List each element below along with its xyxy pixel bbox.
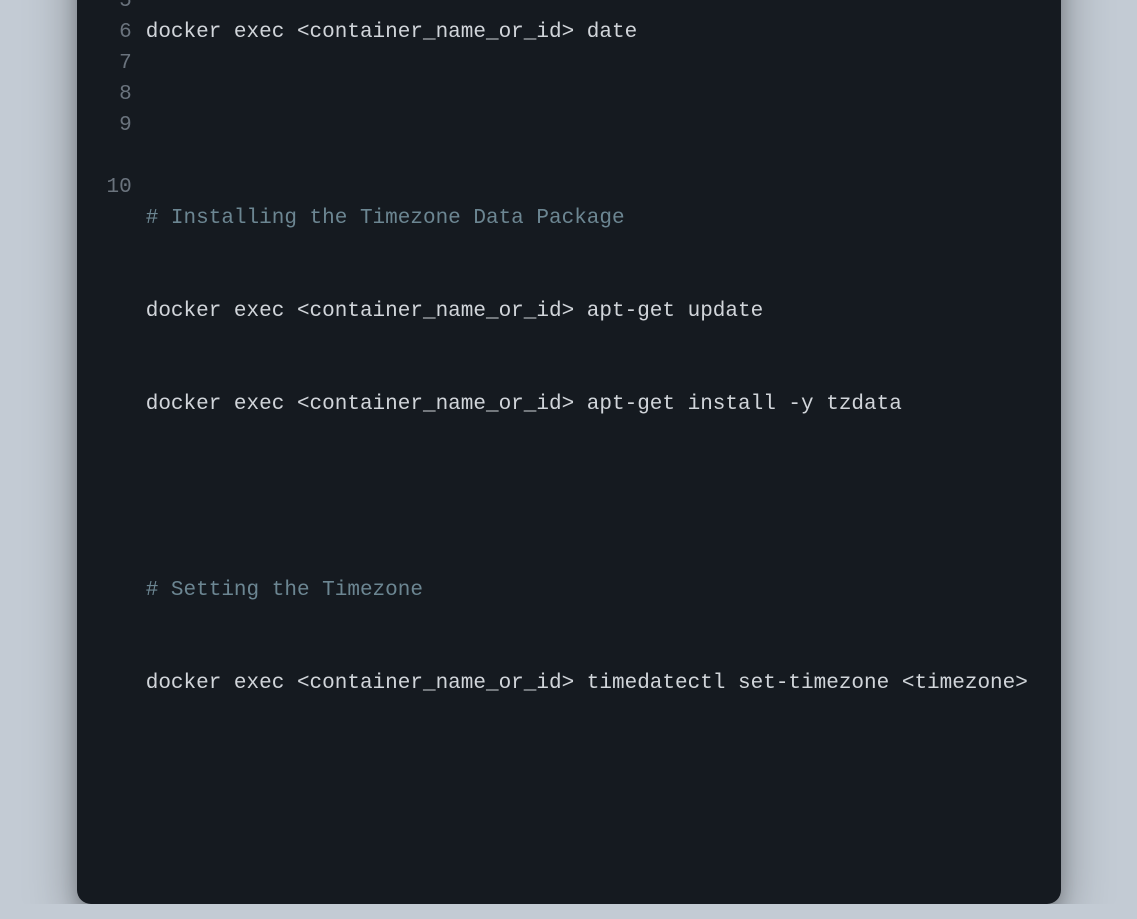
line-number-wrap-pad bbox=[107, 141, 132, 172]
code-content[interactable]: # Identifying the Current Timezone docke… bbox=[146, 0, 1031, 854]
line-number-gutter: 1 2 3 4 5 6 7 8 9 10 bbox=[107, 0, 146, 854]
code-area: 1 2 3 4 5 6 7 8 9 10 # Identifying the C… bbox=[107, 0, 1031, 854]
code-line bbox=[146, 482, 1031, 513]
terminal-window: DevOps 1 2 3 4 5 6 7 8 9 10 # Identifyin… bbox=[77, 0, 1061, 904]
line-number: 10 bbox=[107, 172, 132, 203]
code-line: docker exec <container_name_or_id> apt-g… bbox=[146, 389, 1031, 420]
code-line: docker exec <container_name_or_id> apt-g… bbox=[146, 296, 1031, 327]
code-comment: # Installing the Timezone Data Package bbox=[146, 207, 625, 230]
line-number: 7 bbox=[107, 48, 132, 79]
line-number: 6 bbox=[107, 17, 132, 48]
code-line bbox=[146, 110, 1031, 141]
code-line: docker exec <container_name_or_id> date bbox=[146, 17, 1031, 48]
line-number: 5 bbox=[107, 0, 132, 17]
line-number: 8 bbox=[107, 79, 132, 110]
code-comment: # Setting the Timezone bbox=[146, 579, 423, 602]
code-line: docker exec <container_name_or_id> timed… bbox=[146, 668, 1031, 699]
line-number: 9 bbox=[107, 110, 132, 141]
code-line bbox=[146, 761, 1031, 792]
